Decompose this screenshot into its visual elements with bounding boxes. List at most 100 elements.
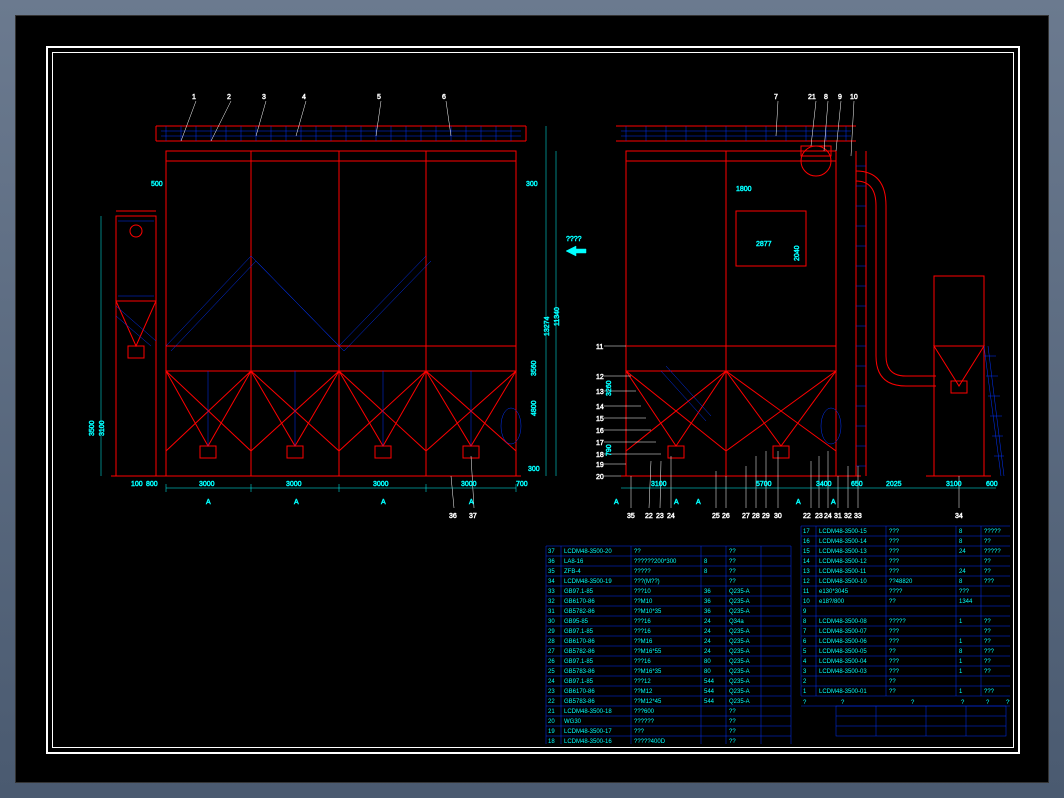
svg-text:??: ??: [729, 559, 736, 565]
svg-text:15: 15: [803, 549, 810, 555]
svg-text:??: ??: [984, 619, 991, 625]
svg-text:??M12*45: ??M12*45: [634, 699, 662, 705]
svg-text:GB5782-86: GB5782-86: [564, 609, 595, 615]
svg-text:8: 8: [803, 619, 807, 625]
svg-text:LCDM48-3500-17: LCDM48-3500-17: [564, 729, 612, 735]
svg-text:?: ?: [841, 700, 845, 706]
svg-text:32: 32: [548, 599, 555, 605]
svg-text:LCDM48-3500-04: LCDM48-3500-04: [819, 659, 867, 665]
svg-text:LCDM48-3500-18: LCDM48-3500-18: [564, 709, 612, 715]
svg-text:13: 13: [803, 569, 810, 575]
svg-text:??: ??: [729, 739, 736, 744]
svg-text:11: 11: [803, 589, 810, 595]
svg-text:??: ??: [729, 549, 736, 555]
svg-text:1: 1: [959, 669, 963, 675]
drawing-canvas[interactable]: 1 2 3 4 5 6 36 37 3000 3000 3000: [56, 56, 1010, 744]
svg-text:???: ???: [889, 669, 900, 675]
svg-text:14: 14: [803, 559, 810, 565]
svg-text:8: 8: [704, 569, 708, 575]
svg-text:2: 2: [803, 679, 807, 685]
svg-text:23: 23: [548, 689, 555, 695]
svg-text:24: 24: [704, 619, 711, 625]
svg-text:24: 24: [704, 629, 711, 635]
svg-text:e18?/800: e18?/800: [819, 599, 845, 605]
svg-text:544: 544: [704, 679, 715, 685]
svg-text:Q235-A: Q235-A: [729, 699, 750, 705]
svg-text:Q235-A: Q235-A: [729, 629, 750, 635]
svg-text:Q235-A: Q235-A: [729, 599, 750, 605]
svg-text:GB97.1-85: GB97.1-85: [564, 629, 594, 635]
svg-text:?????: ?????: [889, 619, 906, 625]
svg-text:??M10*35: ??M10*35: [634, 609, 662, 615]
svg-text:1: 1: [959, 619, 963, 625]
svg-text:LCDM48-3500-16: LCDM48-3500-16: [564, 739, 612, 744]
svg-text:LCDM48-3500-13: LCDM48-3500-13: [819, 549, 867, 555]
svg-text:???(M??): ???(M??): [634, 579, 660, 585]
svg-text:??: ??: [984, 569, 991, 575]
svg-text:??????: ??????: [634, 719, 655, 725]
svg-text:??: ??: [889, 649, 896, 655]
svg-text:?????: ?????: [634, 569, 651, 575]
svg-text:???: ???: [889, 569, 900, 575]
svg-text:??: ??: [729, 729, 736, 735]
svg-text:1: 1: [959, 689, 963, 695]
svg-text:80: 80: [704, 659, 711, 665]
svg-text:24: 24: [704, 649, 711, 655]
svg-text:19: 19: [548, 729, 555, 735]
svg-text:34: 34: [548, 579, 555, 585]
svg-text:??: ??: [984, 659, 991, 665]
svg-text:LCDM48-3500-06: LCDM48-3500-06: [819, 639, 867, 645]
svg-text:???10: ???10: [634, 589, 651, 595]
svg-text:??: ??: [984, 539, 991, 545]
svg-text:???16: ???16: [634, 659, 651, 665]
svg-text:GB5783-86: GB5783-86: [564, 699, 595, 705]
svg-text:?? ??: ?? ??: [1006, 700, 1010, 706]
svg-text:?: ?: [803, 700, 807, 706]
svg-text:24: 24: [959, 569, 966, 575]
svg-text:??M16*35: ??M16*35: [634, 669, 662, 675]
svg-text:LCDM48-3500-20: LCDM48-3500-20: [564, 549, 612, 555]
svg-text:???: ???: [889, 659, 900, 665]
svg-text:??: ??: [729, 569, 736, 575]
svg-text:??M12: ??M12: [634, 689, 653, 695]
svg-text:Q235-A: Q235-A: [729, 679, 750, 685]
svg-text:37: 37: [548, 549, 555, 555]
svg-text:??: ??: [984, 629, 991, 635]
svg-text:7: 7: [803, 629, 807, 635]
svg-text:LCDM48-3500-08: LCDM48-3500-08: [819, 619, 867, 625]
svg-text:??: ??: [729, 579, 736, 585]
svg-text:8: 8: [959, 529, 963, 535]
svg-text:???12: ???12: [634, 679, 651, 685]
svg-text:???600: ???600: [634, 709, 655, 715]
svg-text:30: 30: [548, 619, 555, 625]
svg-text:??: ??: [984, 559, 991, 565]
svg-text:LCDM48-3500-03: LCDM48-3500-03: [819, 669, 867, 675]
svg-text:3: 3: [803, 669, 807, 675]
svg-text:??: ??: [889, 689, 896, 695]
svg-text:??M16*55: ??M16*55: [634, 649, 662, 655]
svg-text:GB6170-86: GB6170-86: [564, 599, 595, 605]
svg-text:24: 24: [704, 639, 711, 645]
svg-text:???: ???: [984, 649, 995, 655]
svg-text:5: 5: [803, 649, 807, 655]
svg-text:8: 8: [959, 539, 963, 545]
cad-viewport: 1 2 3 4 5 6 36 37 3000 3000 3000: [15, 15, 1049, 783]
svg-text:LCDM48-3500-12: LCDM48-3500-12: [819, 559, 867, 565]
svg-text:Q235-A: Q235-A: [729, 669, 750, 675]
svg-text:?: ?: [911, 700, 915, 706]
svg-text:LCDM48-3500-01: LCDM48-3500-01: [819, 689, 867, 695]
svg-text:18: 18: [548, 739, 555, 744]
svg-text:???: ???: [959, 589, 970, 595]
svg-text:1: 1: [803, 689, 807, 695]
svg-text:WG30: WG30: [564, 719, 582, 725]
svg-text:6: 6: [803, 639, 807, 645]
svg-text:LCDM48-3500-05: LCDM48-3500-05: [819, 649, 867, 655]
svg-text:26: 26: [548, 659, 555, 665]
svg-text:ZFB-4: ZFB-4: [564, 569, 581, 575]
svg-text:GB97.1-85: GB97.1-85: [564, 659, 594, 665]
svg-text:8: 8: [704, 559, 708, 565]
svg-text:??48820: ??48820: [889, 579, 913, 585]
svg-text:Q34a: Q34a: [729, 619, 744, 625]
svg-text:36: 36: [704, 599, 711, 605]
svg-text:???: ???: [889, 539, 900, 545]
